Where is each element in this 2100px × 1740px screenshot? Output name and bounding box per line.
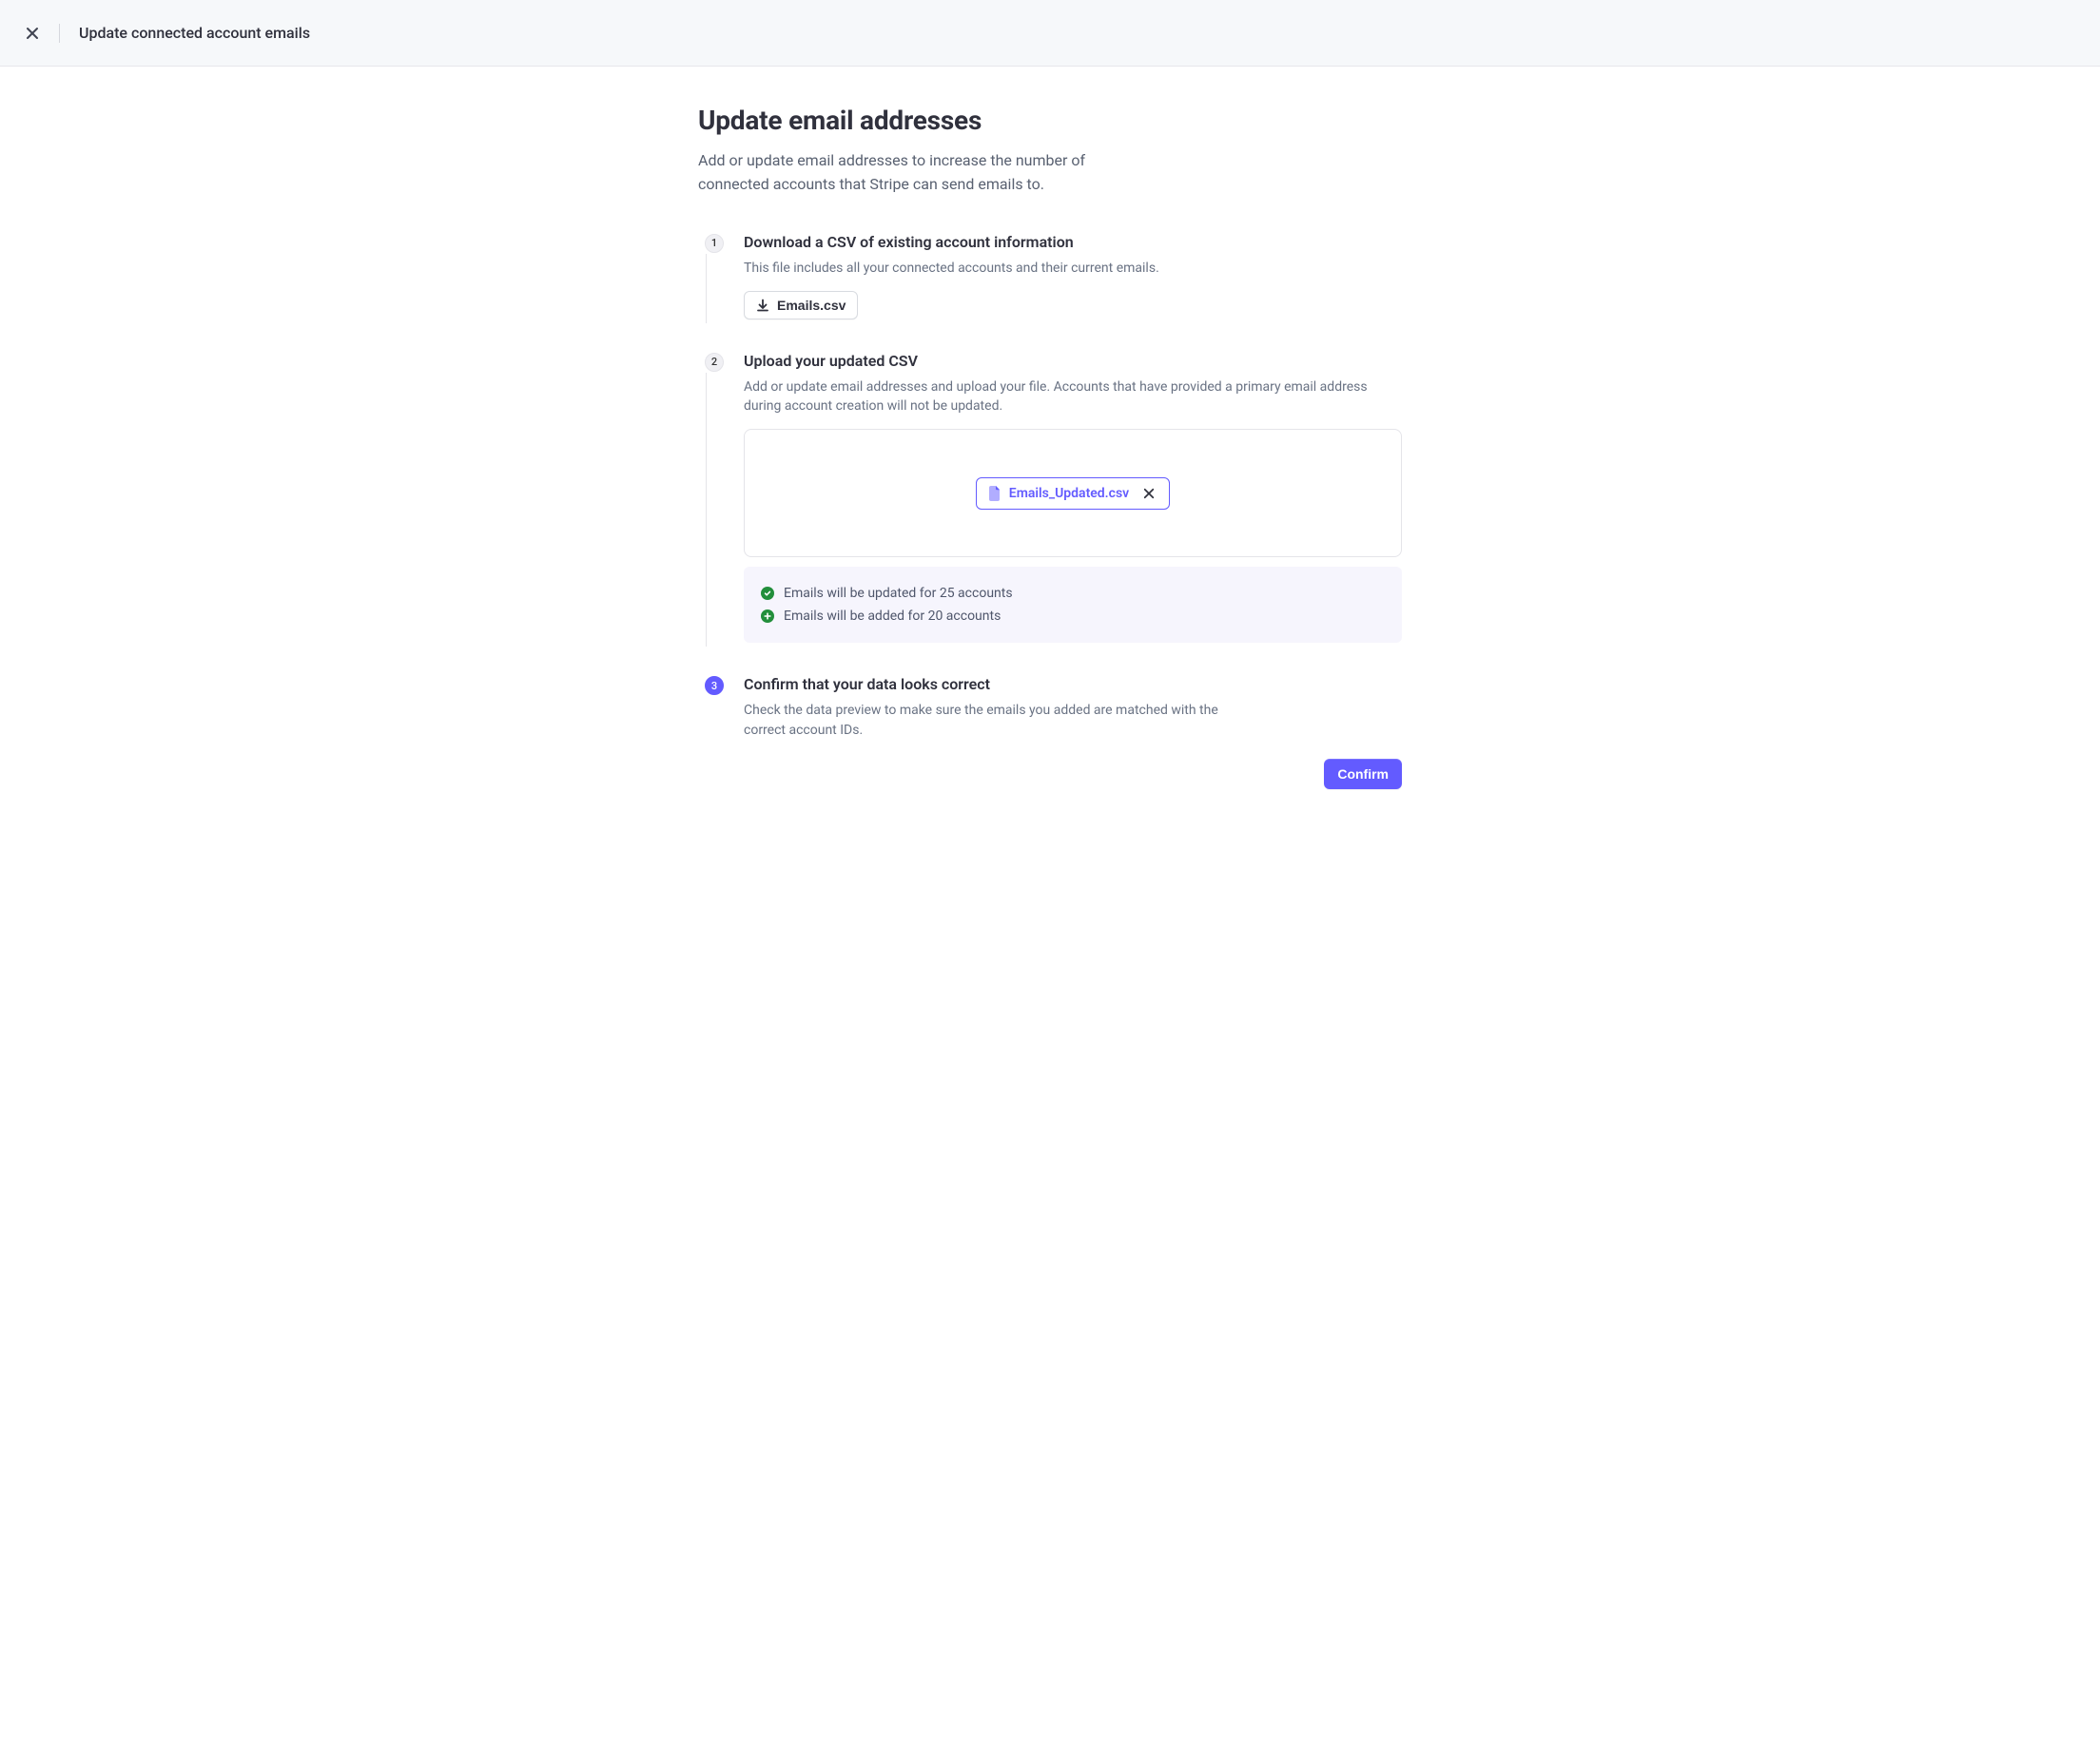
download-icon	[756, 299, 769, 312]
uploaded-file-name: Emails_Updated.csv	[1009, 486, 1129, 501]
topbar-title: Update connected account emails	[79, 24, 310, 42]
plus-circle-icon	[761, 609, 774, 623]
step-title: Upload your updated CSV	[744, 352, 1402, 370]
result-updated-row: Emails will be updated for 25 accounts	[761, 582, 1385, 605]
close-button[interactable]	[19, 20, 46, 47]
page-description: Add or update email addresses to increas…	[698, 149, 1155, 197]
file-icon	[988, 486, 1001, 501]
topbar: Update connected account emails	[0, 0, 2100, 67]
result-added-text: Emails will be added for 20 accounts	[784, 609, 1001, 624]
step-description: This file includes all your connected ac…	[744, 259, 1402, 278]
step-connector	[706, 373, 707, 648]
page-content: Update email addresses Add or update ema…	[689, 67, 1411, 865]
close-icon	[1143, 488, 1155, 499]
topbar-divider	[59, 24, 60, 43]
check-circle-icon	[761, 587, 774, 600]
step-connector	[706, 254, 707, 323]
step-number: 2	[705, 353, 724, 372]
steps-list: 1 Download a CSV of existing account inf…	[698, 233, 1402, 789]
step-number: 1	[705, 234, 724, 253]
upload-results-panel: Emails will be updated for 25 accounts E…	[744, 567, 1402, 643]
download-csv-label: Emails.csv	[777, 298, 846, 313]
page-title: Update email addresses	[698, 105, 1402, 136]
result-added-row: Emails will be added for 20 accounts	[761, 605, 1385, 628]
result-updated-text: Emails will be updated for 25 accounts	[784, 586, 1013, 601]
step-description: Add or update email addresses and upload…	[744, 377, 1402, 416]
download-csv-button[interactable]: Emails.csv	[744, 291, 858, 319]
remove-file-button[interactable]	[1140, 485, 1157, 502]
step-title: Confirm that your data looks correct	[744, 675, 1402, 693]
uploaded-file-chip: Emails_Updated.csv	[976, 477, 1170, 510]
step-confirm: 3 Confirm that your data looks correct C…	[698, 675, 1402, 789]
step-description: Check the data preview to make sure the …	[744, 701, 1238, 740]
upload-dropzone[interactable]: Emails_Updated.csv	[744, 429, 1402, 557]
confirm-button[interactable]: Confirm	[1324, 759, 1402, 789]
step-number: 3	[705, 676, 724, 695]
step-upload: 2 Upload your updated CSV Add or update …	[698, 352, 1402, 676]
step-title: Download a CSV of existing account infor…	[744, 233, 1402, 251]
step-download: 1 Download a CSV of existing account inf…	[698, 233, 1402, 352]
close-icon	[26, 27, 39, 40]
